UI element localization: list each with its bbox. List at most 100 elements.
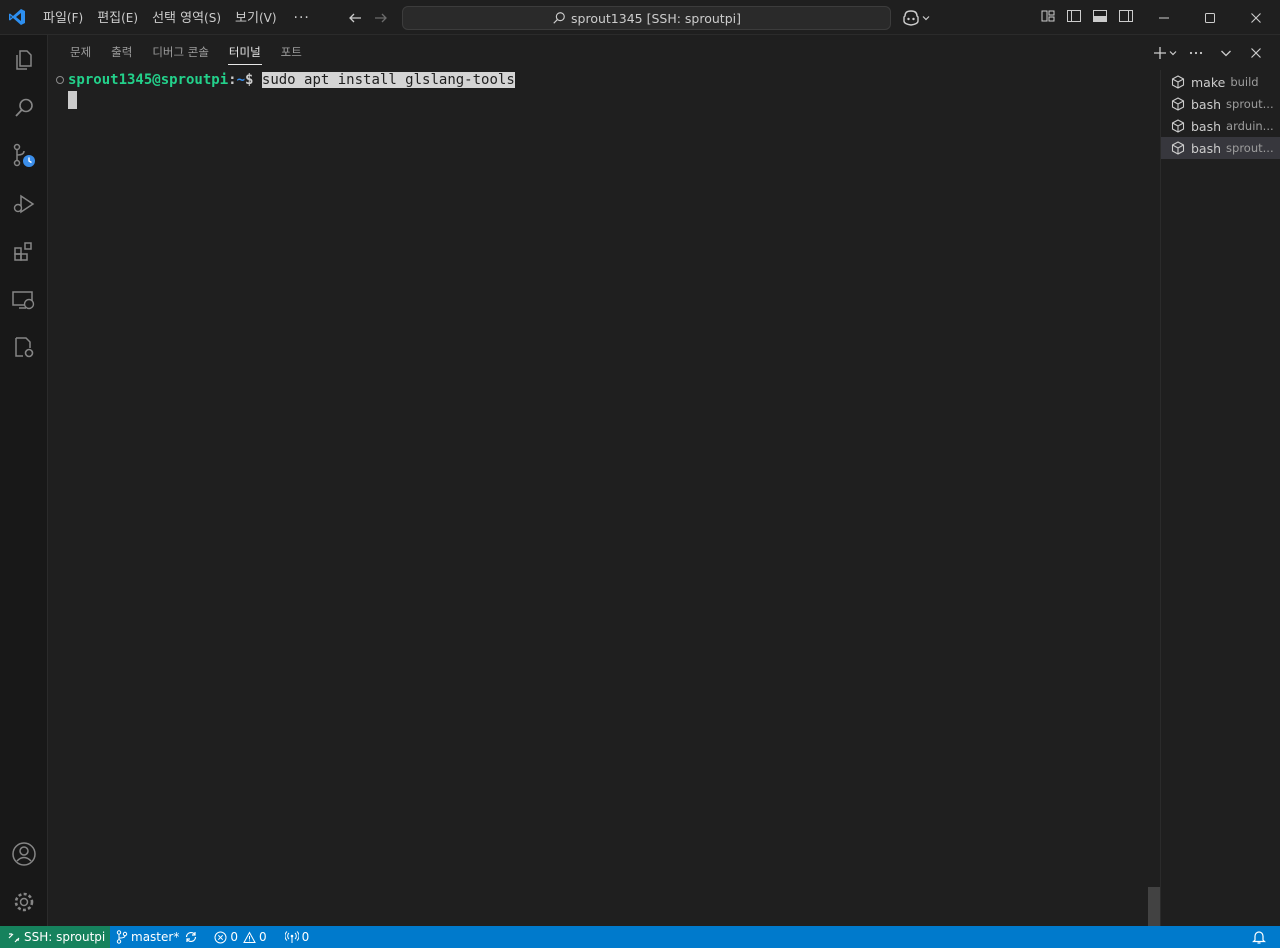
minimize-button[interactable] bbox=[1141, 0, 1187, 35]
tab-terminal[interactable]: 터미널 bbox=[219, 35, 271, 70]
activity-bar bbox=[0, 35, 48, 926]
prompt-separator: : bbox=[228, 72, 237, 88]
forwarded-ports-indicator[interactable]: 0 bbox=[273, 926, 316, 948]
copilot-button[interactable] bbox=[901, 8, 931, 28]
command-decoration-icon[interactable] bbox=[56, 76, 64, 84]
terminal-scrollbar[interactable] bbox=[1146, 70, 1160, 926]
arrow-right-icon bbox=[371, 8, 391, 28]
vscode-logo-icon bbox=[9, 9, 25, 25]
new-terminal-button[interactable] bbox=[1152, 43, 1178, 63]
window-title: sprout1345 [SSH: sproutpi] bbox=[571, 10, 741, 26]
menu-bar: 파일(F) 편집(E) 선택 영역(S) 보기(V) ··· bbox=[36, 0, 320, 35]
toggle-panel-button[interactable] bbox=[1092, 8, 1108, 24]
remote-icon bbox=[8, 933, 20, 943]
tab-ports[interactable]: 포트 bbox=[271, 35, 312, 70]
container-settings-icon bbox=[15, 337, 34, 358]
terminal-tab-bash-2[interactable]: bash arduin... bbox=[1161, 115, 1280, 137]
git-branch-icon bbox=[116, 930, 128, 944]
terminal-icon bbox=[1171, 96, 1187, 112]
chevron-down-icon bbox=[1169, 51, 1177, 56]
sidebar-right-icon bbox=[1119, 10, 1133, 22]
tab-debug-console[interactable]: 디버그 콘솔 bbox=[142, 35, 219, 70]
git-branch-label: master* bbox=[131, 930, 180, 944]
plus-icon bbox=[1154, 47, 1166, 59]
maximize-button[interactable] bbox=[1187, 0, 1233, 35]
run-debug-icon bbox=[13, 194, 35, 214]
ports-count: 0 bbox=[301, 930, 310, 944]
explorer-button[interactable] bbox=[0, 36, 48, 84]
remote-indicator[interactable]: SSH: sproutpi bbox=[0, 926, 110, 948]
problems-indicator[interactable]: 0 0 bbox=[204, 926, 272, 948]
sync-icon bbox=[186, 931, 197, 943]
ellipsis-icon bbox=[1189, 51, 1203, 55]
terminal-tab-bash-3[interactable]: bash sprout... bbox=[1161, 137, 1280, 159]
source-control-button[interactable] bbox=[0, 132, 48, 180]
prompt-symbol: $ bbox=[245, 72, 262, 88]
menu-selection[interactable]: 선택 영역(S) bbox=[145, 6, 228, 30]
nav-back-button[interactable] bbox=[345, 8, 365, 28]
chevron-down-icon bbox=[1221, 50, 1231, 57]
tab-output[interactable]: 출력 bbox=[101, 35, 142, 70]
terminal-scrollbar-thumb[interactable] bbox=[1148, 887, 1160, 926]
tab-problems[interactable]: 문제 bbox=[60, 35, 101, 70]
customize-layout-button[interactable] bbox=[1040, 8, 1056, 24]
run-debug-button[interactable] bbox=[0, 180, 48, 228]
remote-explorer-icon bbox=[12, 291, 35, 310]
source-control-icon bbox=[13, 143, 35, 167]
account-icon bbox=[12, 842, 36, 866]
files-icon bbox=[16, 50, 32, 70]
terminal-tabs-list: make build bash sprout... bash arduin...… bbox=[1160, 70, 1280, 926]
command-center[interactable]: sprout1345 [SSH: sproutpi] bbox=[402, 6, 891, 30]
sidebar-left-icon bbox=[1067, 10, 1081, 22]
remote-label: SSH: sproutpi bbox=[24, 930, 106, 944]
terminal-tab-make[interactable]: make build bbox=[1161, 71, 1280, 93]
manage-settings-button[interactable] bbox=[0, 878, 48, 926]
bottom-panel: 문제 출력 디버그 콘솔 터미널 포트 sprout1345@sproutpi:… bbox=[48, 35, 1280, 926]
error-count: 0 bbox=[230, 930, 238, 944]
search-icon bbox=[553, 12, 565, 24]
close-icon bbox=[1251, 48, 1261, 58]
menu-file[interactable]: 파일(F) bbox=[36, 6, 90, 30]
panel-bottom-icon bbox=[1093, 10, 1107, 22]
error-icon bbox=[214, 931, 227, 943]
extensions-icon bbox=[14, 242, 32, 261]
close-panel-button[interactable] bbox=[1244, 43, 1268, 63]
search-view-button[interactable] bbox=[0, 84, 48, 132]
toggle-primary-sidebar-button[interactable] bbox=[1066, 8, 1082, 24]
terminal-command: sudo apt install glslang-tools bbox=[261, 72, 515, 88]
layout-customize-icon bbox=[1041, 10, 1055, 22]
bell-icon bbox=[1252, 931, 1266, 944]
menu-more-button[interactable]: ··· bbox=[284, 6, 320, 30]
arrow-left-icon bbox=[345, 8, 365, 28]
prompt-user-host: sprout1345@sproutpi bbox=[68, 72, 229, 88]
chevron-down-icon bbox=[922, 16, 930, 21]
panel-more-actions-button[interactable] bbox=[1184, 43, 1208, 63]
minimize-panel-button[interactable] bbox=[1214, 43, 1238, 63]
minimize-icon bbox=[1159, 17, 1169, 18]
terminal-tab-bash-1[interactable]: bash sprout... bbox=[1161, 93, 1280, 115]
notifications-button[interactable] bbox=[1252, 929, 1266, 948]
extensions-button[interactable] bbox=[0, 228, 48, 276]
prompt-path: ~ bbox=[236, 72, 246, 88]
container-tools-button[interactable] bbox=[0, 324, 48, 372]
menu-edit[interactable]: 편집(E) bbox=[90, 6, 145, 30]
title-bar: 파일(F) 편집(E) 선택 영역(S) 보기(V) ··· sprout134… bbox=[0, 0, 1280, 35]
panel-actions bbox=[1152, 43, 1268, 63]
nav-forward-button[interactable] bbox=[371, 8, 391, 28]
close-icon bbox=[1251, 12, 1261, 23]
copilot-icon bbox=[903, 10, 919, 26]
maximize-icon bbox=[1205, 12, 1215, 23]
broadcast-icon bbox=[284, 931, 299, 943]
close-window-button[interactable] bbox=[1233, 0, 1279, 35]
warning-icon bbox=[243, 930, 256, 943]
search-icon bbox=[15, 98, 33, 117]
warning-count: 0 bbox=[258, 930, 267, 944]
terminal-viewport[interactable]: sprout1345@sproutpi:~$ sudo apt install … bbox=[48, 70, 1146, 926]
menu-view[interactable]: 보기(V) bbox=[228, 6, 284, 30]
git-branch-button[interactable]: master* bbox=[110, 926, 204, 948]
status-bar: SSH: sproutpi master* 0 0 0 bbox=[0, 926, 1280, 948]
accounts-button[interactable] bbox=[0, 830, 48, 878]
terminal-icon bbox=[1171, 118, 1187, 134]
remote-explorer-button[interactable] bbox=[0, 276, 48, 324]
toggle-secondary-sidebar-button[interactable] bbox=[1118, 8, 1134, 24]
